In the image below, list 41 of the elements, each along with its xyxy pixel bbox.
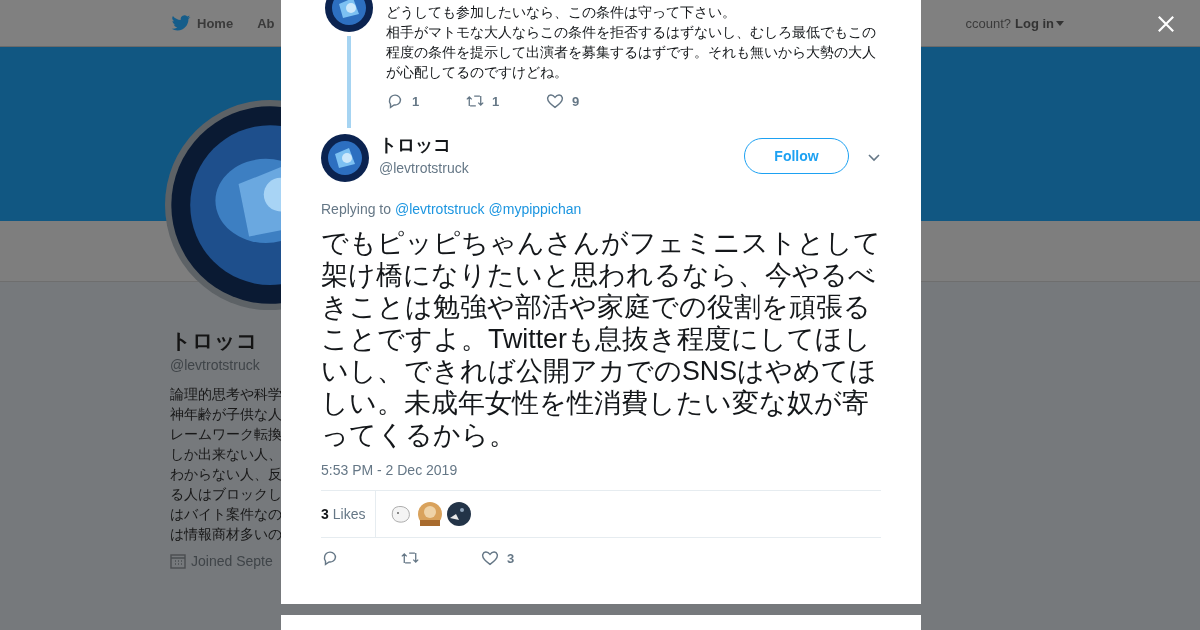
login-link[interactable]: Log in (1015, 15, 1064, 31)
bio-line: る人はブロックし (170, 486, 282, 504)
replying-to-text: Replying to @levtrotstruck @mypippichan (321, 201, 583, 217)
tweet-text: でもピッピちゃんさんがフェミニストとして架け橋になりたいと思われるなら、今やるべきことは勉強や部活や家庭での役割を頑張ることですよ。Twitterも息抜き程度にしてほしいし、できれば公開アカでのSNSはやめてほしい。未成年女性を性消費したい変な奴が寄ってくるから。 (321, 227, 881, 451)
bio-line: しか出来ない人、 (170, 446, 282, 464)
retweet-icon (466, 92, 484, 110)
bio-line: 神年齢が子供な人 (170, 406, 282, 424)
login-prompt: ccount? (965, 15, 1011, 31)
bio-line: はバイト案件なの (170, 506, 282, 524)
retweet-button[interactable]: 1 (466, 92, 546, 110)
heart-icon (481, 549, 499, 567)
retweet-icon (401, 549, 419, 567)
reply-icon (321, 549, 339, 567)
profile-name: トロッコ (170, 328, 259, 354)
like-button[interactable]: 3 (481, 549, 561, 567)
bio-line: 論理的思考や科学 (170, 386, 282, 404)
close-icon[interactable] (1157, 15, 1175, 33)
tweet-text: どうしても参加したいなら、この条件は守って下さい。 (386, 3, 737, 22)
bio-line: レームワーク転換 (170, 426, 282, 444)
tweet-text: 相手がマトモな大人ならこの条件を拒否するはずないし、むしろ最低でもこの程度の条件を提示して出演者を募集するはずです。それも無いから大勢の大人が心配してるのですけどね。 (386, 23, 877, 82)
caret-icon (1056, 20, 1064, 26)
reply-icon (386, 92, 404, 110)
bio-line: わからない人、反 (170, 466, 282, 484)
profile-handle: @levtrotstruck (170, 357, 261, 373)
author-handle[interactable]: @levtrotstruck (379, 159, 744, 176)
likes-count[interactable]: 3 Likes (321, 491, 377, 537)
mention-link[interactable]: @mypippichan (488, 201, 582, 217)
home-link[interactable]: Home (197, 15, 234, 31)
author-name[interactable]: トロッコ (379, 132, 744, 157)
heart-icon (546, 92, 564, 110)
chevron-icon[interactable] (868, 154, 880, 162)
reply-button[interactable]: 1 (386, 92, 466, 110)
like-button[interactable]: 9 (546, 92, 626, 110)
tweet-timestamp[interactable]: 5:53 PM - 2 Dec 2019 (321, 462, 881, 478)
follow-button[interactable]: Follow (744, 138, 849, 174)
bird-icon[interactable] (171, 14, 191, 32)
bio-line: は情報商材多いの (170, 526, 282, 544)
calendar-icon (170, 553, 186, 569)
mention-link[interactable]: @levtrotstruck (394, 201, 485, 217)
joined-date: Joined Septe (191, 553, 273, 569)
about-link[interactable]: Ab (257, 15, 275, 31)
